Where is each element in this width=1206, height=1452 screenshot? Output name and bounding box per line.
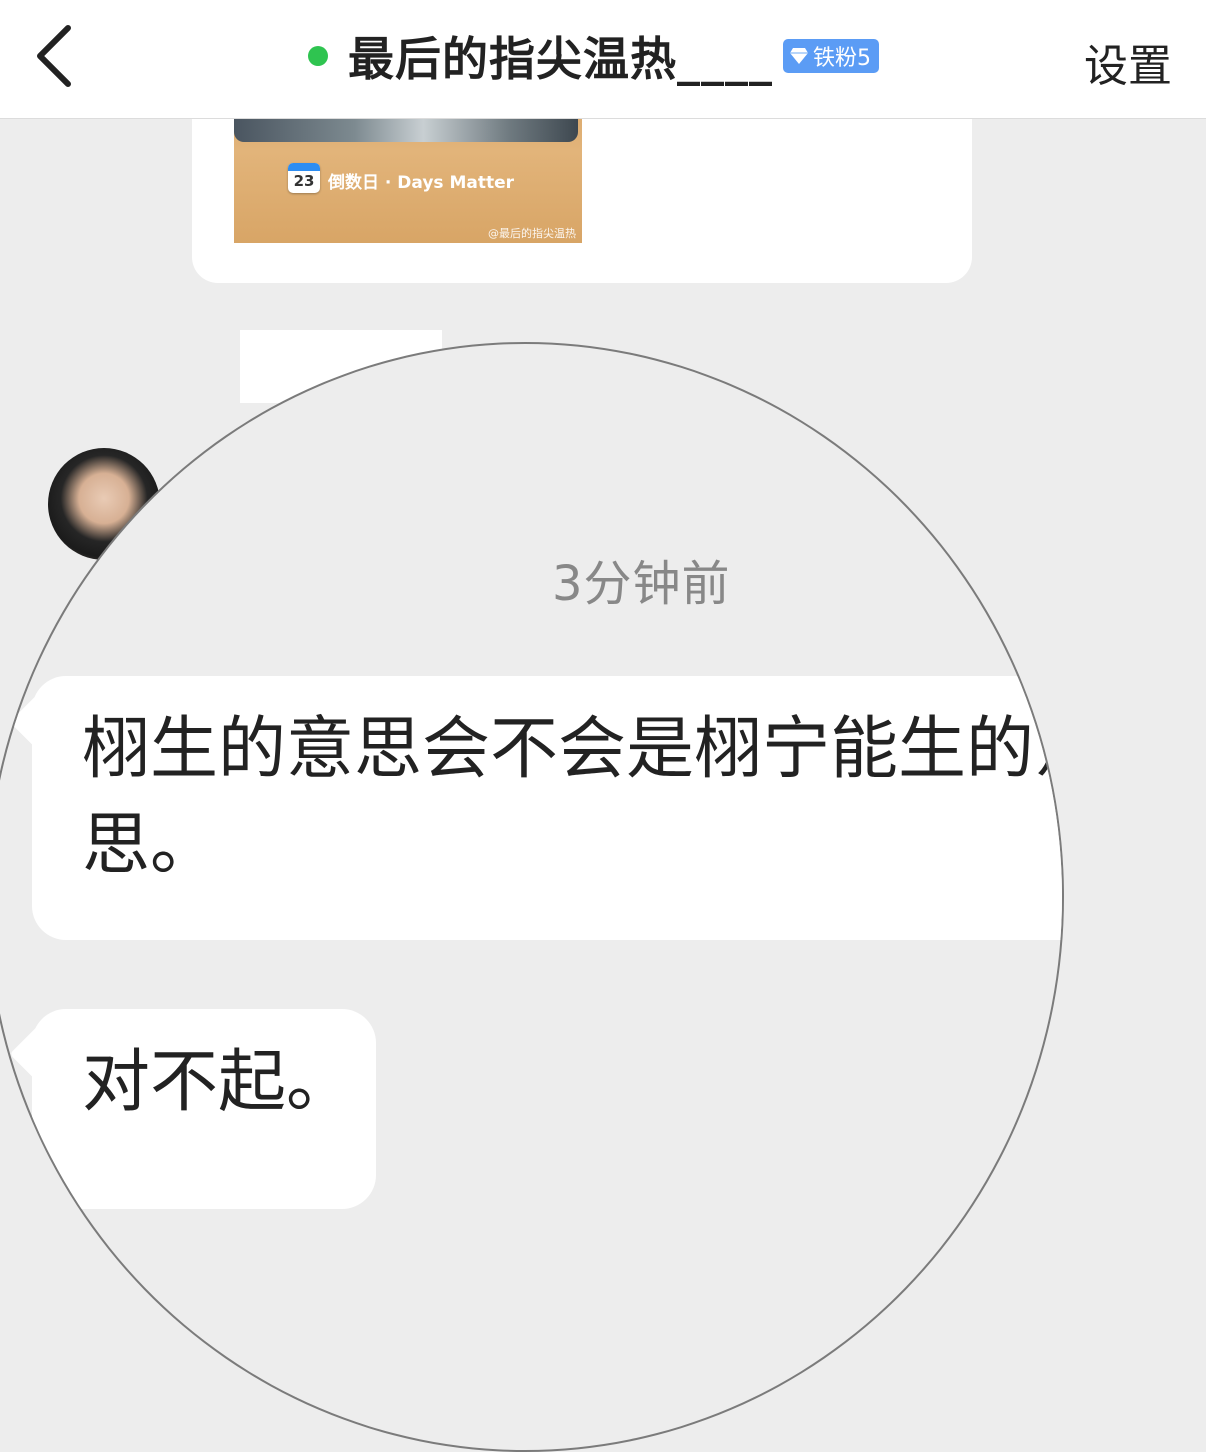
chat-title-group: 最后的指尖温热____ 铁粉5 [308,24,879,88]
message-bubble[interactable]: 栩生的意思会不会是栩宁能生的意 思。 [32,676,1064,940]
calendar-number: 23 [293,172,315,190]
chevron-left-icon [37,25,71,87]
fan-level-label: 铁粉5 [813,46,871,71]
message-bubble[interactable]: 对不起。 [32,1009,376,1209]
settings-button[interactable]: 设置 [1084,30,1172,94]
message-text-line: 栩生的意思会不会是栩宁能生的意 [82,710,1064,789]
back-button[interactable] [28,22,88,90]
calendar-app-icon: 23 [288,163,320,193]
online-status-dot [308,46,328,66]
message-text-line: 对不起。 [82,1043,355,1122]
chat-header: 最后的指尖温热____ 铁粉5 设置 [0,0,1206,119]
chat-title: 最后的指尖温热____ [348,32,773,86]
magnifier-lens: 3分钟前 栩生的意思会不会是栩宁能生的意 思。 对不起。 [0,342,1064,1452]
card-app-label: 倒数日 · Days Matter [328,173,515,193]
fan-level-badge: 铁粉5 [783,39,879,73]
diamond-icon [790,48,808,64]
message-timestamp: 3分钟前 [552,556,731,612]
message-text-line: 思。 [82,806,219,885]
image-watermark: @最后的指尖温热 [488,227,576,240]
